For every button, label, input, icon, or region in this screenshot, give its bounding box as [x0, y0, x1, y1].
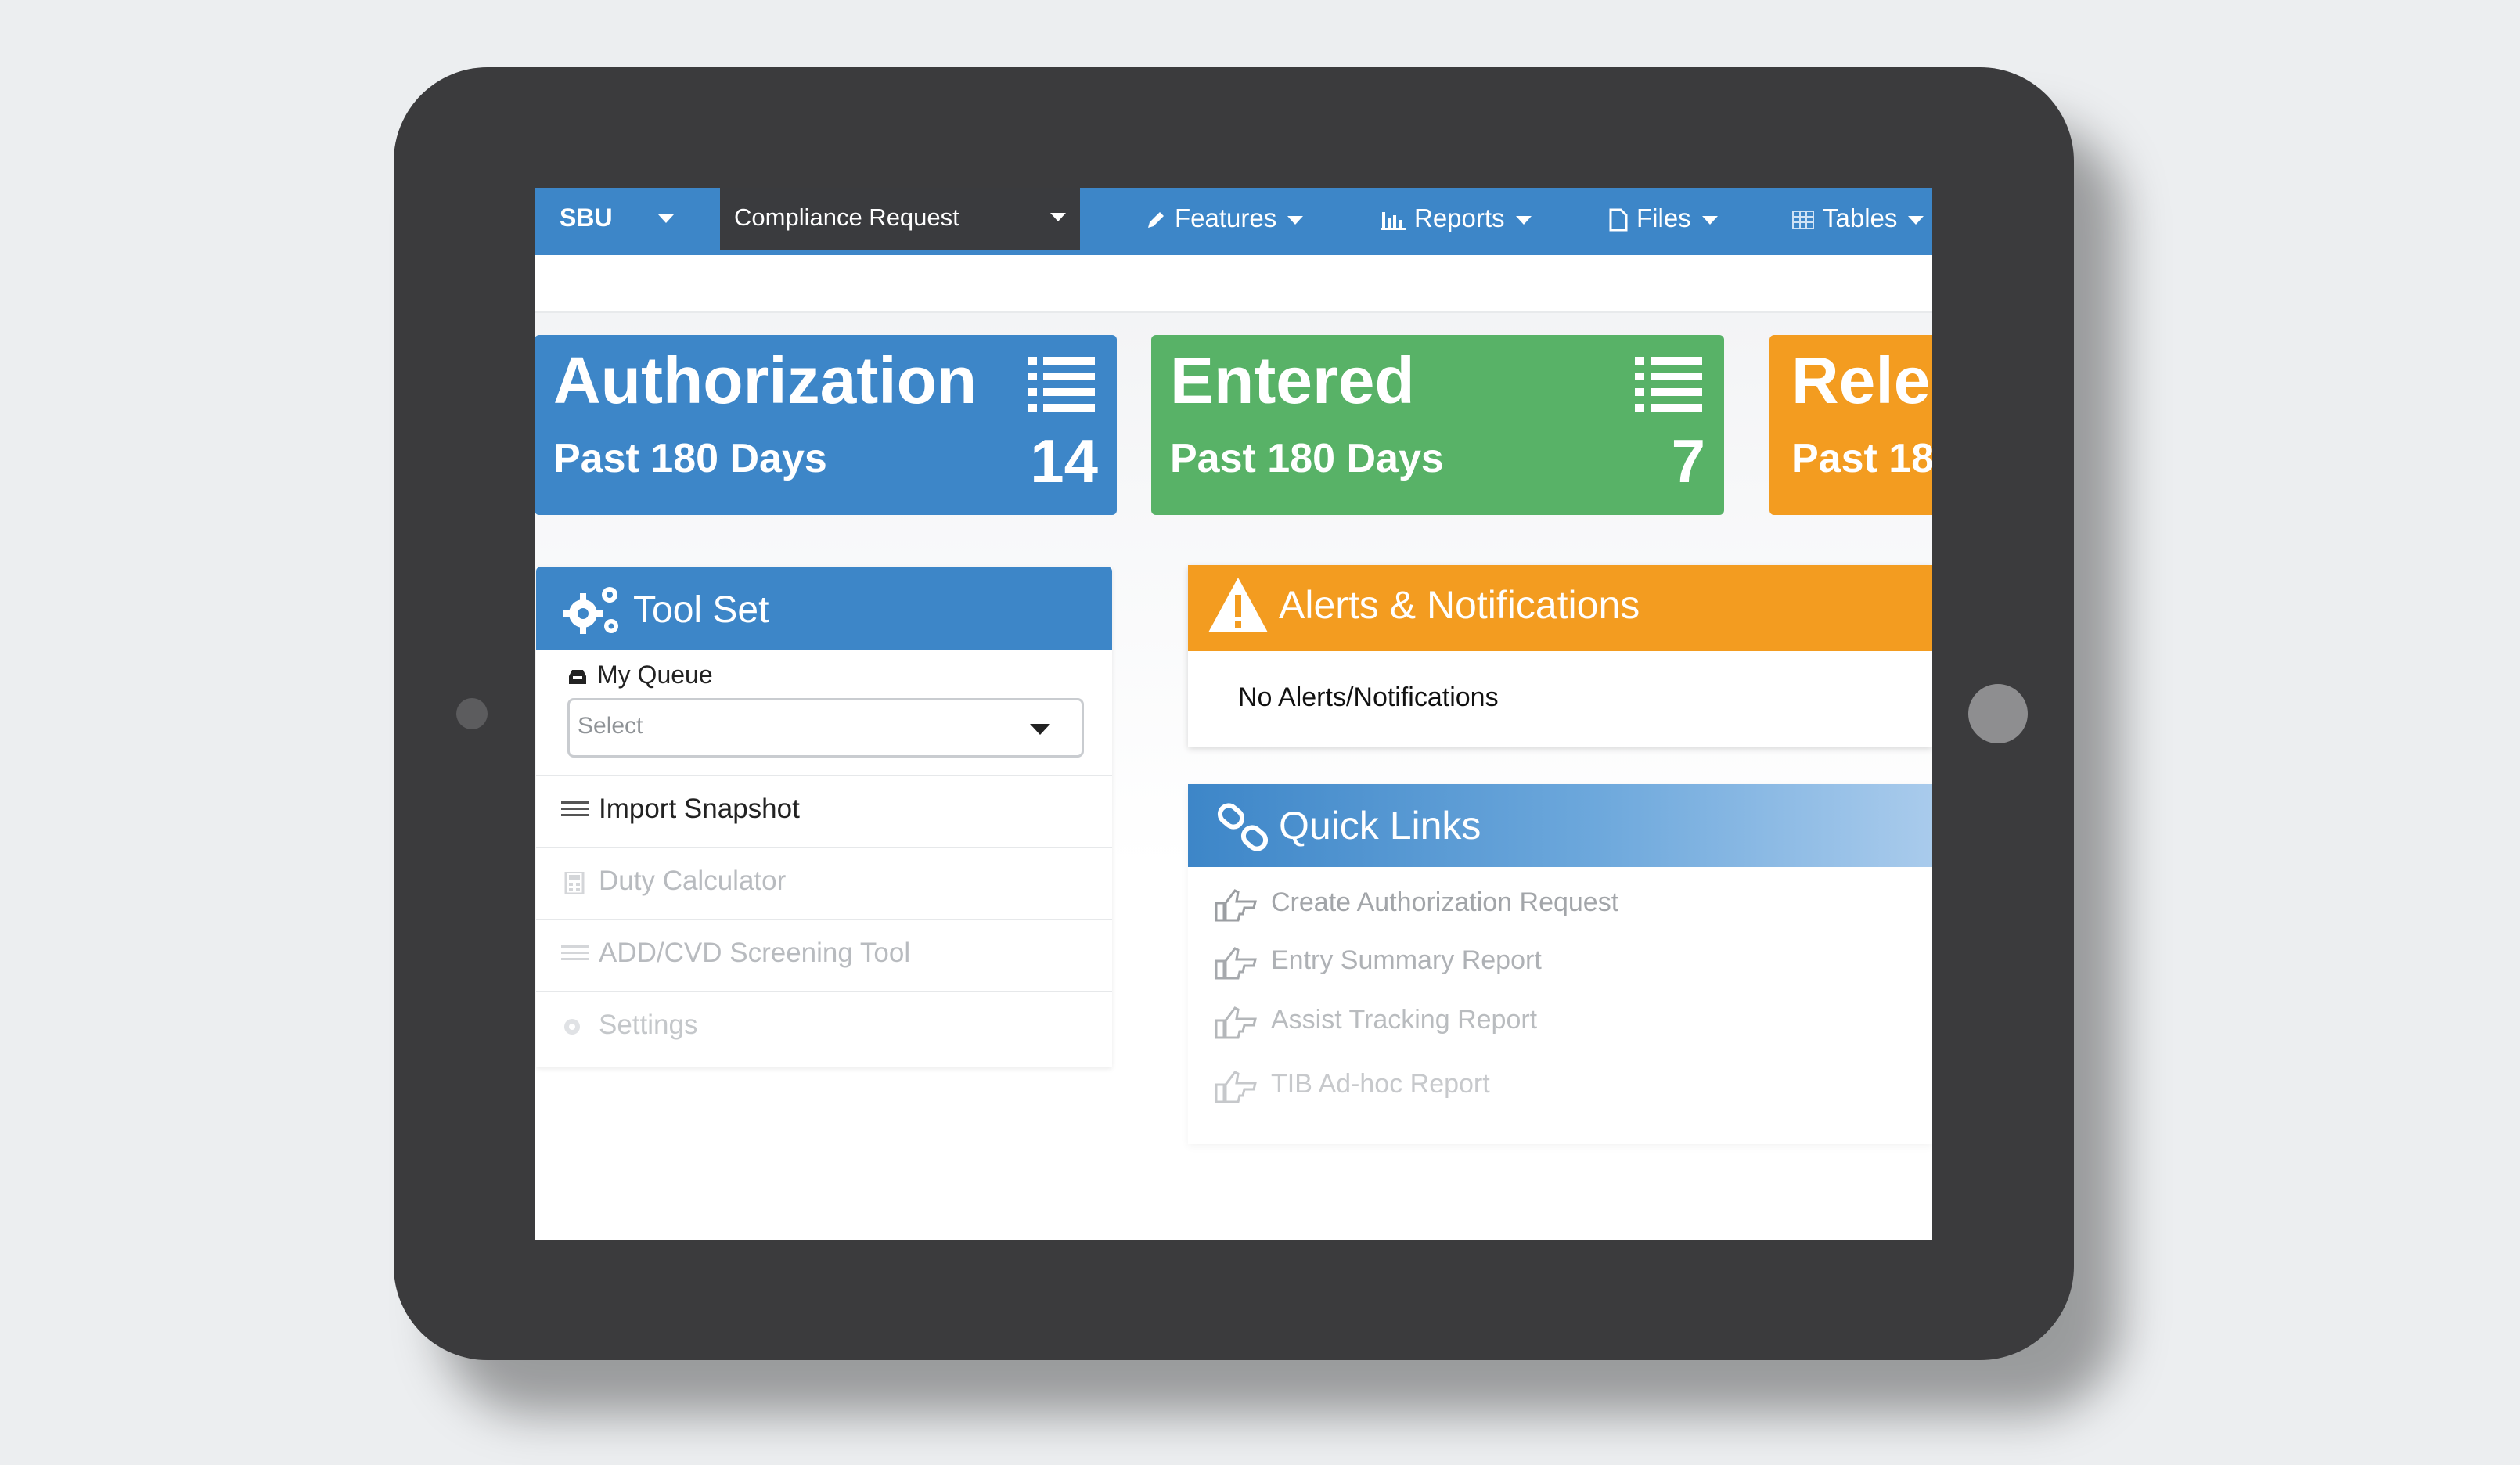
- module-selector[interactable]: Compliance Request: [720, 188, 1080, 250]
- inbox-icon: [569, 669, 586, 684]
- gear-icon: [564, 1019, 580, 1035]
- home-button[interactable]: [1968, 684, 2028, 743]
- tool-duty-calculator[interactable]: Duty Calculator: [536, 847, 1112, 920]
- top-navbar: SBU Compliance Request Features Reports …: [535, 188, 1932, 255]
- quick-links-header: Quick Links: [1188, 784, 1932, 867]
- nav-tables-label: Tables: [1823, 203, 1898, 232]
- queue-select-placeholder: Select: [578, 713, 643, 739]
- alerts-panel: Alerts & Notifications No Alerts/Notific…: [1188, 565, 1932, 747]
- toolset-panel: Tool Set My Queue Select Import Snapshot…: [536, 567, 1112, 1067]
- pointing-hand-icon: [1215, 947, 1257, 980]
- tile-authorization[interactable]: Authorization Past 180 Days 14: [535, 335, 1117, 515]
- nav-files-label: Files: [1636, 203, 1691, 232]
- camera-dot: [456, 698, 488, 729]
- chevron-down-icon: [1050, 213, 1066, 221]
- quick-link-label: Entry Summary Report: [1271, 945, 1542, 975]
- tile-title: Rele: [1791, 344, 1931, 417]
- warning-icon: [1208, 578, 1268, 632]
- tile-subtitle: Past 18: [1791, 436, 1932, 481]
- quick-link-label: Create Authorization Request: [1271, 887, 1619, 917]
- alerts-header: Alerts & Notifications: [1188, 565, 1932, 651]
- my-queue-label: My Queue: [567, 661, 713, 689]
- table-icon: [1792, 211, 1814, 230]
- nav-features-label: Features: [1175, 203, 1277, 232]
- toolset-header: Tool Set: [536, 567, 1112, 650]
- alerts-message: No Alerts/Notifications: [1238, 682, 1499, 712]
- file-icon: [1609, 208, 1628, 232]
- nav-reports-label: Reports: [1414, 203, 1505, 232]
- nav-files[interactable]: Files: [1608, 203, 1718, 233]
- chevron-down-icon: [1030, 724, 1050, 735]
- tile-subtitle: Past 180 Days: [553, 436, 827, 481]
- tile-title: Entered: [1170, 344, 1415, 417]
- tile-subtitle: Past 180 Days: [1170, 436, 1444, 481]
- tile-count: 14: [1030, 427, 1098, 495]
- tool-addcvd-screening[interactable]: ADD/CVD Screening Tool: [536, 919, 1112, 992]
- list-lines-icon: [561, 801, 589, 816]
- tile-title: Authorization: [553, 344, 977, 417]
- app-screen: SBU Compliance Request Features Reports …: [535, 188, 1932, 1240]
- list-lines-icon: [561, 945, 589, 960]
- sub-toolbar: [535, 255, 1932, 313]
- nav-reports[interactable]: Reports: [1380, 203, 1532, 233]
- pencil-icon: [1148, 212, 1164, 229]
- gears-icon: [563, 587, 618, 634]
- pointing-hand-icon: [1215, 889, 1257, 922]
- queue-select[interactable]: Select: [567, 698, 1084, 758]
- my-queue-text: My Queue: [597, 661, 713, 689]
- quick-links-panel: Quick Links Create Authorization Request…: [1188, 784, 1932, 1144]
- pointing-hand-icon: [1215, 1006, 1257, 1039]
- pointing-hand-icon: [1215, 1071, 1257, 1103]
- toolset-title: Tool Set: [633, 589, 769, 631]
- quick-link-label: Assist Tracking Report: [1271, 1005, 1538, 1035]
- tool-import-snapshot[interactable]: Import Snapshot: [536, 775, 1112, 848]
- tile-count: 7: [1671, 427, 1705, 495]
- tile-released[interactable]: Rele Past 18: [1769, 335, 1932, 515]
- bar-chart-icon: [1381, 212, 1406, 231]
- tool-settings[interactable]: Settings: [536, 991, 1112, 1064]
- nav-tables[interactable]: Tables: [1791, 203, 1924, 233]
- tool-label: Duty Calculator: [599, 866, 787, 896]
- brand-dropdown[interactable]: SBU: [560, 203, 613, 232]
- quick-link-label: TIB Ad-hoc Report: [1271, 1069, 1490, 1099]
- chevron-down-icon[interactable]: [658, 214, 674, 223]
- quick-links-title: Quick Links: [1279, 804, 1481, 848]
- alerts-title: Alerts & Notifications: [1279, 583, 1640, 627]
- list-icon: [1635, 357, 1702, 412]
- link-icon: [1217, 803, 1269, 851]
- tool-label: Import Snapshot: [599, 794, 800, 824]
- module-selector-label: Compliance Request: [734, 203, 959, 231]
- tool-label: ADD/CVD Screening Tool: [599, 938, 911, 968]
- calculator-icon: [564, 872, 585, 894]
- list-icon: [1028, 357, 1095, 412]
- tool-label: Settings: [599, 1010, 698, 1040]
- nav-features[interactable]: Features: [1145, 203, 1304, 233]
- tile-entered[interactable]: Entered Past 180 Days 7: [1151, 335, 1724, 515]
